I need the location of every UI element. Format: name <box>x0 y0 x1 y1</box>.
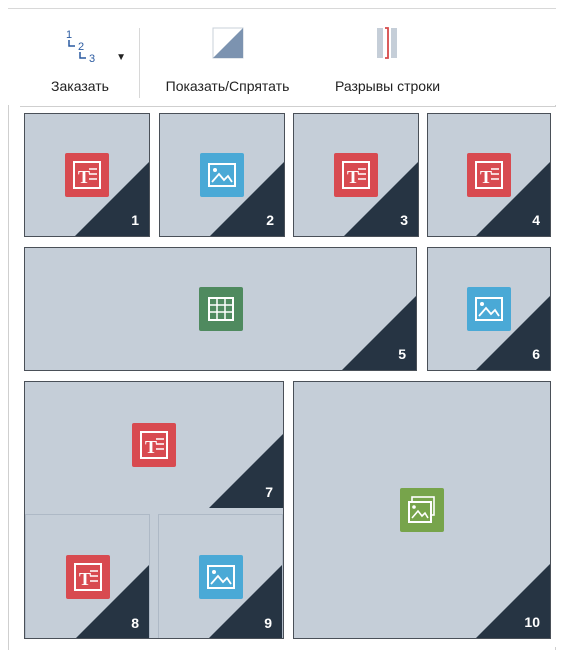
tile-1[interactable]: T 1 <box>24 113 150 237</box>
dropdown-chevron-icon[interactable]: ▼ <box>116 52 126 63</box>
tile-number: 1 <box>131 212 139 228</box>
svg-text:T: T <box>78 167 90 187</box>
tile-number: 10 <box>524 614 540 630</box>
show-hide-label: Показать/Спрятать <box>165 78 290 94</box>
tile-9[interactable]: 9 <box>158 514 283 638</box>
tile-number: 2 <box>266 212 274 228</box>
text-icon: T <box>334 153 378 197</box>
svg-text:3: 3 <box>89 53 95 65</box>
text-icon: T <box>132 423 176 467</box>
text-icon: T <box>65 555 110 599</box>
tile-number: 7 <box>265 484 273 500</box>
tile-group-7: T 7 T 8 9 <box>24 381 284 639</box>
tile-10[interactable]: 10 <box>293 381 551 639</box>
svg-text:T: T <box>480 167 492 187</box>
svg-text:T: T <box>145 437 157 457</box>
order-icon: 1 2 3 <box>66 29 95 65</box>
gallery-icon <box>400 488 444 532</box>
table-icon <box>198 287 243 331</box>
svg-text:T: T <box>347 167 359 187</box>
show-hide-button[interactable]: Показать/Спрятать <box>150 20 305 100</box>
tile-number: 6 <box>532 346 540 362</box>
toolbar-separator <box>139 28 140 98</box>
show-hide-icon <box>212 27 243 59</box>
tile-7[interactable]: T 7 <box>25 382 283 508</box>
tile-3[interactable]: T 3 <box>293 113 419 237</box>
line-breaks-label: Разрывы строки <box>334 78 441 94</box>
image-icon <box>198 555 243 599</box>
tile-number: 5 <box>398 346 406 362</box>
page-layout-canvas: T 1 2 T 3 T 4 5 6 T 7 T 8 9 10 <box>20 106 556 647</box>
image-icon <box>467 287 511 331</box>
tile-number: 9 <box>264 615 272 631</box>
line-breaks-button[interactable]: Разрывы строки <box>320 20 455 100</box>
order-button[interactable]: 1 2 3 ▼ Заказать <box>30 20 130 100</box>
tile-number: 3 <box>400 212 408 228</box>
tile-5[interactable]: 5 <box>24 247 417 371</box>
tile-6[interactable]: 6 <box>427 247 551 371</box>
text-icon: T <box>65 153 109 197</box>
svg-text:1: 1 <box>66 29 72 41</box>
tile-4[interactable]: T 4 <box>427 113 551 237</box>
svg-text:T: T <box>79 569 91 589</box>
text-icon: T <box>467 153 511 197</box>
svg-text:2: 2 <box>78 41 84 53</box>
tile-2[interactable]: 2 <box>159 113 285 237</box>
tile-number: 4 <box>532 212 540 228</box>
image-icon <box>200 153 244 197</box>
order-label: Заказать <box>51 78 109 94</box>
tile-number: 8 <box>131 615 139 631</box>
tile-8[interactable]: T 8 <box>25 514 150 638</box>
line-breaks-icon <box>376 27 397 59</box>
